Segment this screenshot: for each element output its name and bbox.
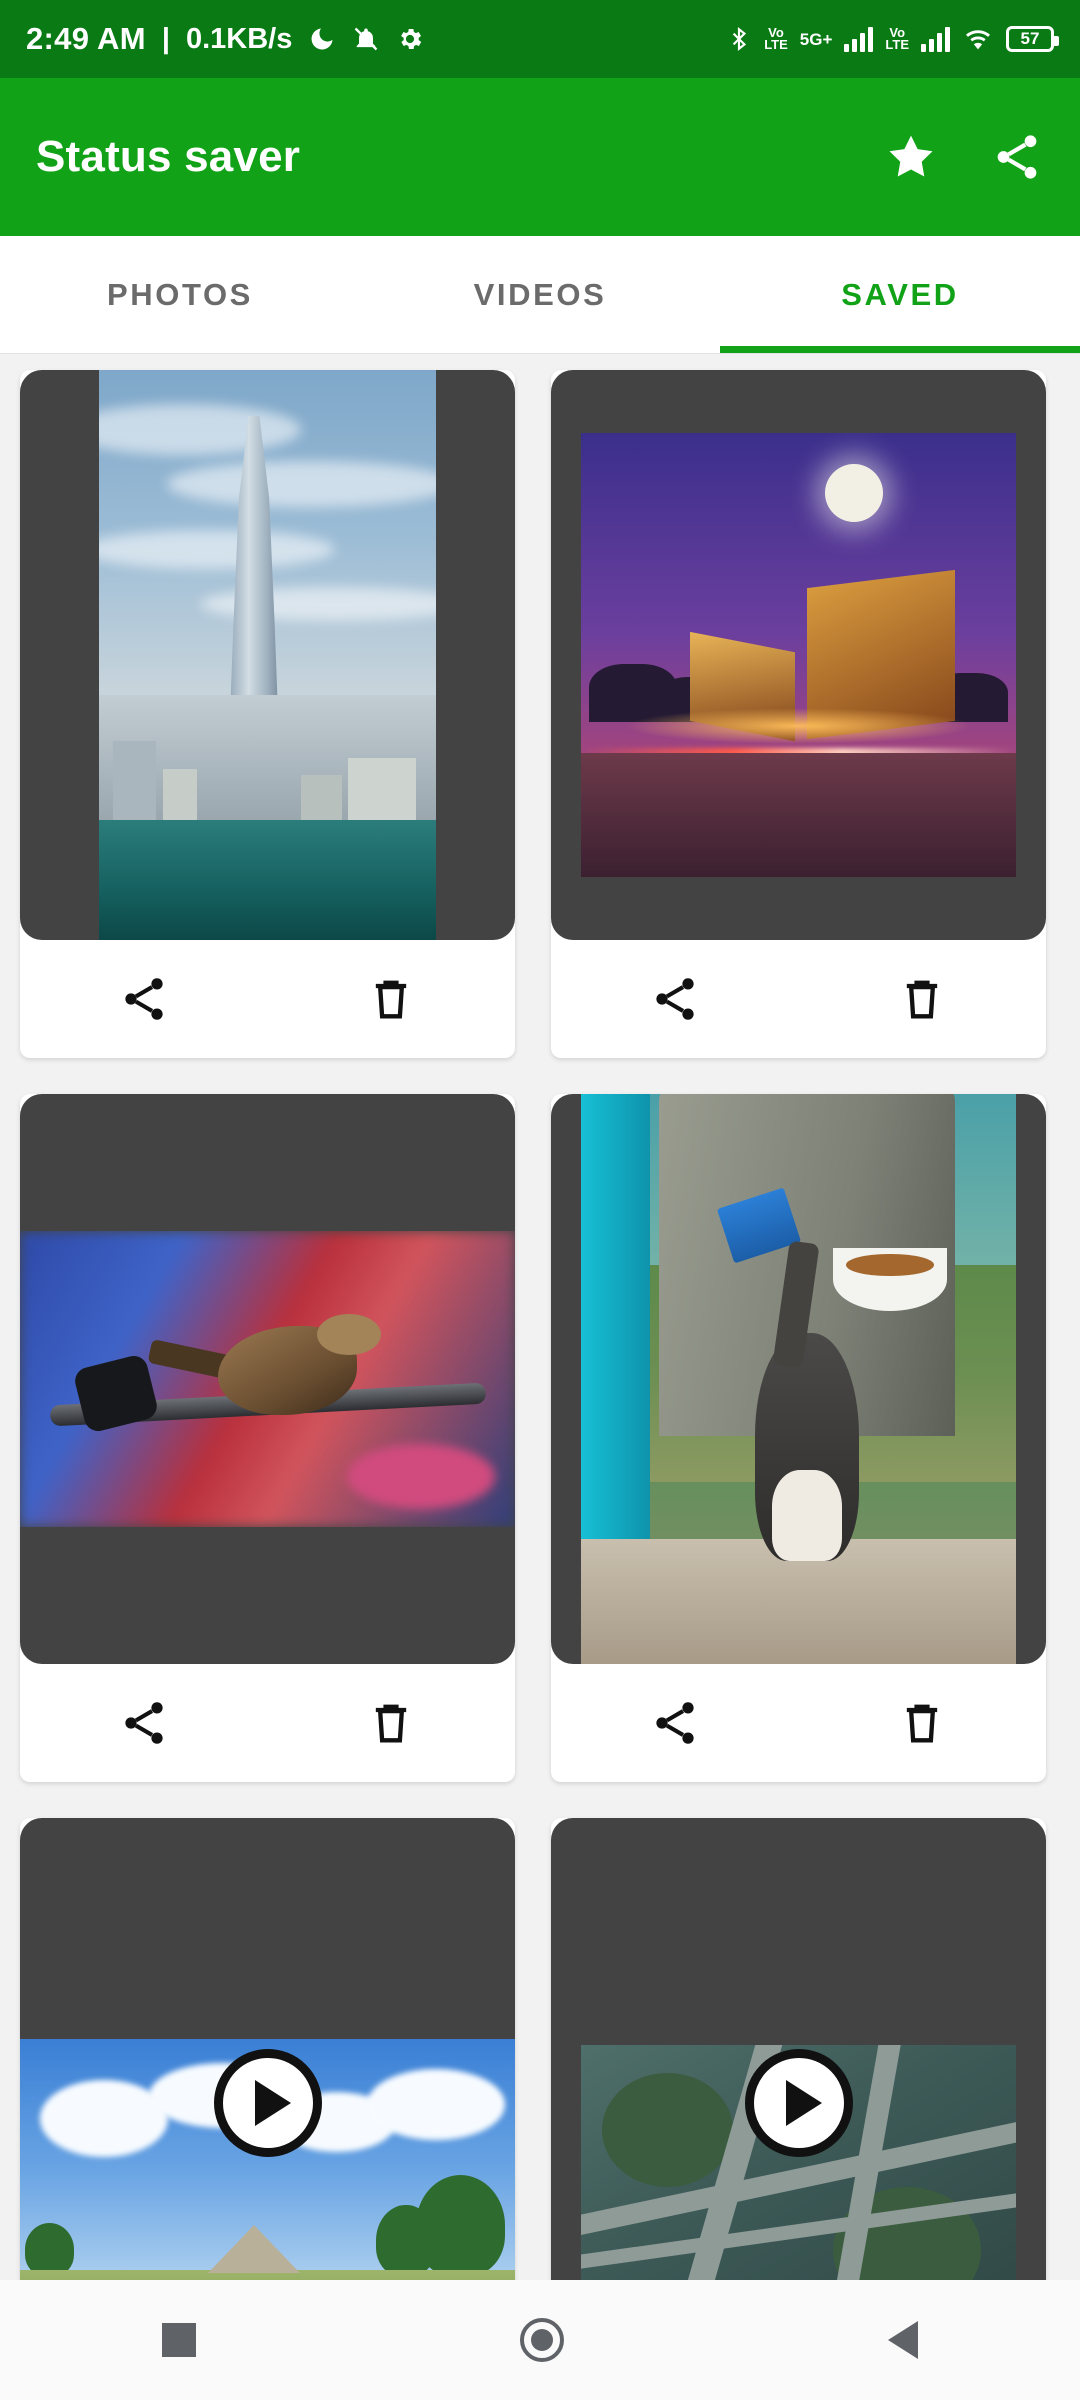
5g-plus-icon: 5G+ (799, 29, 833, 49)
play-icon[interactable] (213, 2049, 322, 2157)
status-network-speed: 0.1KB/s (185, 22, 293, 55)
bluetooth-icon (726, 24, 752, 54)
tab-photos[interactable]: PHOTOS (0, 236, 360, 353)
saved-grid (20, 370, 1060, 2280)
status-clock: 2:49 AM (26, 21, 146, 56)
media-thumbnail[interactable] (20, 370, 515, 940)
square-icon[interactable] (162, 2323, 196, 2357)
star-icon[interactable] (884, 130, 938, 184)
media-thumbnail[interactable] (551, 1818, 1046, 2280)
volte-sim2-icon: Vo LTE (885, 25, 909, 52)
share-icon[interactable] (20, 1697, 268, 1749)
card-actions (20, 940, 515, 1058)
status-bar-left: 2:49 AM | 0.1KB/s (26, 21, 424, 57)
tab-saved[interactable]: SAVED (720, 236, 1080, 353)
circle-icon[interactable] (520, 2318, 564, 2362)
delete-icon[interactable] (799, 973, 1047, 1025)
app-bar-actions (884, 130, 1044, 184)
share-icon[interactable] (990, 130, 1044, 184)
media-thumbnail[interactable] (551, 1094, 1046, 1664)
app-bar: Status saver (0, 78, 1080, 236)
tab-videos[interactable]: VIDEOS (360, 236, 720, 353)
media-thumbnail[interactable] (551, 370, 1046, 940)
share-icon[interactable] (551, 1697, 799, 1749)
delete-icon[interactable] (268, 1697, 516, 1749)
gear-icon (396, 25, 424, 53)
list-item[interactable] (20, 370, 515, 1058)
page-title: Status saver (36, 132, 301, 181)
volte-sim1-icon: Vo LTE (764, 25, 788, 52)
signal-sim1-icon (844, 26, 874, 52)
image-sparrow-on-handlebar (20, 1230, 515, 1528)
card-actions (551, 940, 1046, 1058)
triangle-back-icon[interactable] (888, 2321, 918, 2359)
tab-active-indicator (719, 346, 1080, 353)
saved-grid-scroll[interactable] (0, 354, 1080, 2280)
mute-bell-icon (352, 25, 380, 53)
media-thumbnail[interactable] (20, 1094, 515, 1664)
app-screen: 2:49 AM | 0.1KB/s Vo LTE 5G+ Vo LTE 57 S… (0, 0, 1080, 2400)
card-actions (551, 1664, 1046, 1782)
list-item[interactable] (20, 1818, 515, 2280)
list-item[interactable] (551, 1094, 1046, 1782)
status-bar: 2:49 AM | 0.1KB/s Vo LTE 5G+ Vo LTE 57 (0, 0, 1080, 78)
list-item[interactable] (551, 370, 1046, 1058)
image-cat-being-fed (580, 1094, 1017, 1664)
battery-percent: 57 (1020, 29, 1040, 48)
media-thumbnail[interactable] (20, 1818, 515, 2280)
status-bar-right: Vo LTE 5G+ Vo LTE 57 (726, 24, 1059, 54)
list-item[interactable] (20, 1094, 515, 1782)
share-icon[interactable] (551, 973, 799, 1025)
list-item[interactable] (551, 1818, 1046, 2280)
image-burj-khalifa (99, 370, 436, 940)
play-icon[interactable] (744, 2049, 853, 2157)
battery-icon: 57 (1006, 26, 1059, 52)
status-separator: | (161, 22, 170, 55)
delete-icon[interactable] (268, 973, 516, 1025)
signal-sim2-icon (921, 26, 950, 52)
do-not-disturb-moon-icon (308, 25, 336, 53)
image-museum-night (580, 432, 1017, 878)
share-icon[interactable] (20, 973, 268, 1025)
system-navigation-bar (0, 2280, 1080, 2400)
tab-bar: PHOTOS VIDEOS SAVED (0, 236, 1080, 354)
wifi-icon (962, 26, 994, 52)
card-actions (20, 1664, 515, 1782)
delete-icon[interactable] (799, 1697, 1047, 1749)
